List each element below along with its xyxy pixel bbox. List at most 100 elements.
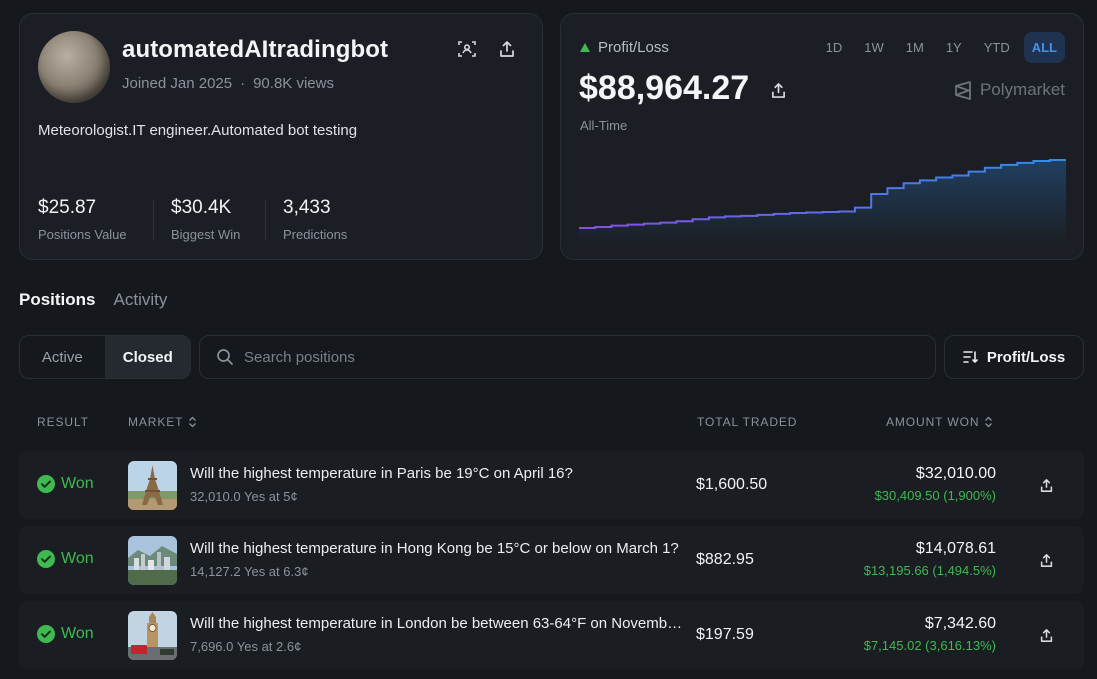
pnl-label: Profit/Loss (580, 39, 669, 56)
amount-won: $32,010.00 (915, 465, 996, 482)
share-profile-button[interactable] (495, 37, 519, 61)
header-result: RESULT (37, 415, 89, 429)
amount-won: $7,342.60 (924, 615, 996, 632)
range-tab-ytd[interactable]: YTD (976, 32, 1018, 63)
stat-biggest-win: $30.4K Biggest Win (171, 197, 240, 242)
profile-card: automatedAItradingbot Joined Jan 2025 · 90… (19, 13, 543, 260)
search-icon (217, 349, 233, 365)
market-title[interactable]: Will the highest temperature in London b… (190, 615, 688, 632)
range-tab-1d[interactable]: 1D (818, 32, 851, 63)
table-row[interactable]: Won Will the highest temperature in Lond… (19, 601, 1084, 669)
pnl-period: All-Time (580, 118, 628, 133)
eiffel-tower-icon (128, 461, 177, 510)
header-market[interactable]: MARKET (128, 415, 197, 429)
stat-value: $25.87 (38, 197, 97, 218)
pnl-value: $88,964.27 (579, 69, 749, 108)
total-traded: $197.59 (696, 626, 754, 643)
range-tab-1m[interactable]: 1M (898, 32, 932, 63)
market-thumbnail (128, 611, 177, 660)
table-row[interactable]: Won Will the highest temperature in Hong… (19, 526, 1084, 594)
tab-activity[interactable]: Activity (114, 290, 168, 310)
qr-scan-icon (458, 41, 476, 57)
position-detail: 14,127.2 Yes at 6.3¢ (190, 564, 309, 579)
avatar[interactable] (38, 31, 110, 103)
market-thumbnail (128, 461, 177, 510)
brand-name: Polymarket (979, 80, 1065, 99)
market-thumbnail (128, 536, 177, 585)
polymarket-brand: Polymarket (954, 80, 1065, 100)
sort-icon (963, 351, 978, 364)
stat-label: Positions Value (38, 227, 127, 242)
share-row-button[interactable] (1036, 625, 1056, 645)
position-detail: 7,696.0 Yes at 2.6¢ (190, 639, 302, 654)
stat-positions-value: $25.87 Positions Value (38, 197, 127, 242)
market-title[interactable]: Will the highest temperature in Hong Kon… (190, 540, 688, 557)
stat-label: Biggest Win (171, 227, 241, 242)
sort-toggle-icon (189, 416, 197, 428)
position-detail: 32,010.0 Yes at 5¢ (190, 489, 298, 504)
profit-percent: $13,195.66 (1,494.5%) (863, 563, 996, 578)
qr-scan-button[interactable] (455, 37, 479, 61)
separator-dot: · (240, 75, 246, 92)
time-range-tabs: 1D 1W 1M 1Y YTD ALL (818, 32, 1065, 63)
share-icon (1040, 478, 1052, 492)
share-icon (1040, 628, 1052, 642)
joined-date: Joined Jan 2025 (122, 75, 233, 92)
big-ben-icon (128, 611, 177, 660)
stat-value: 3,433 (283, 197, 331, 218)
share-pnl-button[interactable] (766, 78, 790, 102)
header-amount-won-label: AMOUNT WON (886, 415, 980, 429)
share-icon (771, 82, 785, 98)
result-won: Won (37, 475, 94, 493)
filter-active[interactable]: Active (20, 336, 105, 378)
share-row-button[interactable] (1036, 550, 1056, 570)
profit-loss-card: Profit/Loss 1D 1W 1M 1Y YTD ALL $88,964.… (560, 13, 1084, 260)
view-count: 90.8K views (253, 75, 334, 92)
main-tabs: Positions Activity (19, 290, 167, 310)
header-amount-won[interactable]: AMOUNT WON (886, 415, 993, 429)
stat-value: $30.4K (171, 197, 232, 218)
range-tab-1y[interactable]: 1Y (938, 32, 970, 63)
result-won: Won (37, 550, 94, 568)
check-circle-icon (37, 550, 55, 568)
pnl-chart (579, 158, 1066, 243)
hong-kong-skyline-icon (128, 536, 177, 585)
table-row[interactable]: Won Will the highest temperature in Pari… (19, 451, 1084, 519)
sort-button[interactable]: Profit/Loss (944, 335, 1084, 379)
result-label: Won (61, 550, 94, 567)
result-won: Won (37, 625, 94, 643)
share-icon (500, 41, 514, 57)
search-box (199, 335, 936, 379)
search-input[interactable] (244, 348, 894, 366)
header-total-traded: TOTAL TRADED (697, 415, 798, 429)
profit-percent: $7,145.02 (3,616.13%) (863, 638, 996, 653)
total-traded: $882.95 (696, 551, 754, 568)
total-traded: $1,600.50 (696, 476, 768, 493)
stat-divider (153, 200, 154, 240)
pnl-value-text: $88,964.27 (579, 69, 750, 107)
result-label: Won (61, 625, 94, 642)
stat-divider (265, 200, 266, 240)
range-tab-1w[interactable]: 1W (856, 32, 892, 63)
stat-label: Predictions (283, 227, 348, 242)
pnl-label-text: Profit/Loss (598, 39, 669, 56)
pnl-area (579, 159, 1066, 243)
share-icon (1040, 553, 1052, 567)
share-row-button[interactable] (1036, 475, 1056, 495)
range-tab-all[interactable]: ALL (1023, 32, 1065, 63)
status-segmented-control: Active Closed (19, 335, 191, 379)
amount-won: $14,078.61 (915, 540, 996, 557)
tab-positions[interactable]: Positions (19, 290, 96, 310)
profit-percent: $30,409.50 (1,900%) (874, 488, 996, 503)
username: automatedAItradingbot (122, 36, 389, 63)
check-circle-icon (37, 475, 55, 493)
header-market-label: MARKET (128, 415, 184, 429)
profile-meta: Joined Jan 2025 · 90.8K views (122, 75, 334, 92)
triangle-up-icon (580, 43, 590, 52)
check-circle-icon (37, 625, 55, 643)
result-label: Won (61, 475, 94, 492)
sort-toggle-icon (985, 416, 993, 428)
filter-closed[interactable]: Closed (104, 336, 190, 378)
market-title[interactable]: Will the highest temperature in Paris be… (190, 465, 688, 482)
sort-label: Profit/Loss (986, 348, 1066, 366)
